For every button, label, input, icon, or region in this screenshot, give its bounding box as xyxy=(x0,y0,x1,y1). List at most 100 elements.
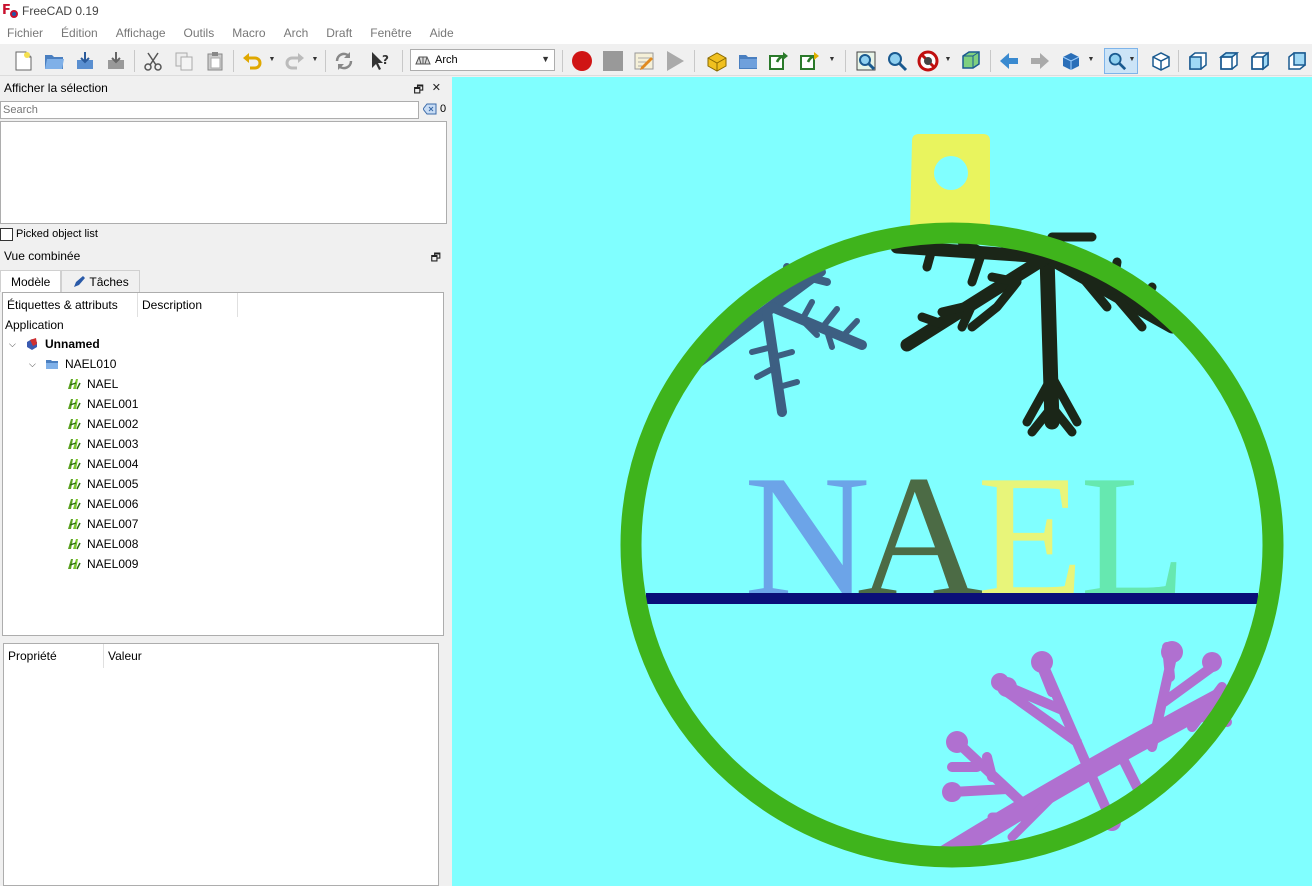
new-document-button[interactable] xyxy=(10,48,36,74)
open-button[interactable] xyxy=(41,48,67,74)
link-button[interactable] xyxy=(766,48,792,74)
menu-macro[interactable]: Macro xyxy=(232,26,265,40)
macro-edit-button[interactable] xyxy=(631,48,657,74)
macro-stop-button[interactable] xyxy=(600,48,626,74)
menu-edition[interactable]: Édition xyxy=(61,26,98,40)
save-icon xyxy=(77,52,93,69)
menu-aide[interactable]: Aide xyxy=(430,26,454,40)
scene[interactable]: N A E L xyxy=(452,77,1312,886)
snowflake-top-right[interactable] xyxy=(890,232,1182,437)
fit-all-icon xyxy=(856,51,876,71)
menu-fenetre[interactable]: Fenêtre xyxy=(370,26,411,40)
view-rear-button[interactable] xyxy=(1284,48,1310,74)
redo-button[interactable] xyxy=(282,48,308,74)
tree-root: Application xyxy=(5,318,64,332)
std-views-button[interactable] xyxy=(1058,48,1084,74)
view-front-button[interactable] xyxy=(1185,48,1211,74)
macro-run-button[interactable] xyxy=(662,48,688,74)
tree-item[interactable]: NAEL005 xyxy=(67,474,138,494)
menu-fichier[interactable]: Fichier xyxy=(7,26,43,40)
record-icon xyxy=(572,51,592,71)
tree-item[interactable]: NAEL001 xyxy=(67,394,138,414)
fit-selection-button[interactable] xyxy=(884,48,910,74)
extrude-part-icon xyxy=(68,399,81,410)
copy-button[interactable] xyxy=(171,48,197,74)
undo-button[interactable] xyxy=(239,48,265,74)
fit-all-button[interactable] xyxy=(853,48,879,74)
tab-taches[interactable]: Tâches xyxy=(61,270,140,292)
tree-item[interactable]: NAEL007 xyxy=(67,514,138,534)
undo-dropdown-icon[interactable]: ▼ xyxy=(268,56,276,64)
view-right-button[interactable] xyxy=(1247,48,1273,74)
group-button[interactable] xyxy=(735,48,761,74)
save-button[interactable] xyxy=(72,48,98,74)
draw-style-dropdown-icon[interactable]: ▼ xyxy=(944,56,952,64)
menu-draft[interactable]: Draft xyxy=(326,26,352,40)
view-isometric-button[interactable] xyxy=(1148,48,1174,74)
tree-item[interactable]: NAEL xyxy=(67,374,118,394)
menu-outils[interactable]: Outils xyxy=(184,26,215,40)
menu-affichage[interactable]: Affichage xyxy=(116,26,166,40)
column-description[interactable]: Description xyxy=(138,293,238,317)
whats-this-button[interactable]: ? xyxy=(367,48,393,74)
arrow-right-icon xyxy=(1031,53,1049,69)
property-view[interactable]: Propriété Valeur xyxy=(3,643,439,886)
view-forward-button[interactable] xyxy=(1027,48,1053,74)
view-back-button[interactable] xyxy=(996,48,1022,74)
caret-down-icon[interactable]: ⌵ xyxy=(9,339,19,350)
3d-viewport[interactable]: N A E L xyxy=(452,77,1312,886)
title-bar: F FreeCAD 0.19 xyxy=(0,0,1312,22)
selection-list[interactable] xyxy=(0,121,447,224)
tree-item[interactable]: NAEL008 xyxy=(67,534,138,554)
part-button[interactable] xyxy=(704,48,730,74)
picked-object-checkbox[interactable]: Picked object list xyxy=(0,226,98,242)
column-value[interactable]: Valeur xyxy=(104,644,204,668)
view-top-button[interactable] xyxy=(1216,48,1242,74)
tab-modele[interactable]: Modèle xyxy=(0,270,62,292)
close-icon[interactable]: ✕ xyxy=(432,81,441,100)
tree-item[interactable]: NAEL006 xyxy=(67,494,138,514)
save-as-button[interactable] xyxy=(103,48,129,74)
macro-record-button[interactable] xyxy=(569,48,595,74)
hanger-hole xyxy=(934,156,968,190)
refresh-icon xyxy=(335,52,353,70)
rear-cube-icon xyxy=(1288,52,1306,70)
model-tree[interactable]: Étiquettes & attributs Description Appli… xyxy=(2,292,444,636)
column-property[interactable]: Propriété xyxy=(4,644,104,668)
tree-item-label: NAEL002 xyxy=(87,417,139,431)
checkbox[interactable] xyxy=(0,227,13,241)
tree-document[interactable]: ⌵ Unnamed xyxy=(9,334,100,354)
tree-item[interactable]: NAEL004 xyxy=(67,454,138,474)
tree-item-label: NAEL008 xyxy=(87,537,139,551)
draw-style-button[interactable] xyxy=(915,48,941,74)
float-icon[interactable]: 🗗 xyxy=(431,249,441,268)
workbench-selector[interactable]: Arch ▼ xyxy=(410,49,555,71)
caret-down-icon[interactable]: ⌵ xyxy=(29,359,39,370)
tree-item[interactable]: NAEL009 xyxy=(67,554,138,574)
column-labels[interactable]: Étiquettes & attributs xyxy=(3,293,138,317)
tree-item[interactable]: NAEL002 xyxy=(67,414,138,434)
cut-button[interactable] xyxy=(140,48,166,74)
macro-edit-icon xyxy=(634,52,654,70)
clear-search-icon[interactable] xyxy=(423,103,437,115)
float-icon[interactable]: 🗗 xyxy=(413,81,423,100)
redo-dropdown-icon[interactable]: ▼ xyxy=(311,56,319,64)
main-toolbar: ▼ ▼ ? ▼ ▼ ▼ ▼ xyxy=(0,44,1312,76)
base-line[interactable] xyxy=(646,593,1258,604)
folder-open-icon xyxy=(45,55,64,69)
tree-header: Étiquettes & attributs Description xyxy=(3,293,238,317)
box-3d-icon xyxy=(1062,53,1080,70)
tree-group[interactable]: ⌵ NAEL010 xyxy=(29,354,116,374)
refresh-button[interactable] xyxy=(331,48,357,74)
paste-button[interactable] xyxy=(202,48,228,74)
zoom-dropdown-icon[interactable]: ▼ xyxy=(1128,56,1136,64)
pencil-icon xyxy=(74,275,86,287)
tree-item[interactable]: NAEL003 xyxy=(67,434,138,454)
menu-arch[interactable]: Arch xyxy=(284,26,309,40)
bounding-box-button[interactable] xyxy=(958,48,984,74)
picked-label: Picked object list xyxy=(16,228,98,240)
link-dropdown-icon[interactable]: ▼ xyxy=(828,56,836,64)
std-views-dropdown-icon[interactable]: ▼ xyxy=(1087,56,1095,64)
search-input[interactable]: Search xyxy=(0,101,419,119)
link-actions-button[interactable] xyxy=(797,48,823,74)
